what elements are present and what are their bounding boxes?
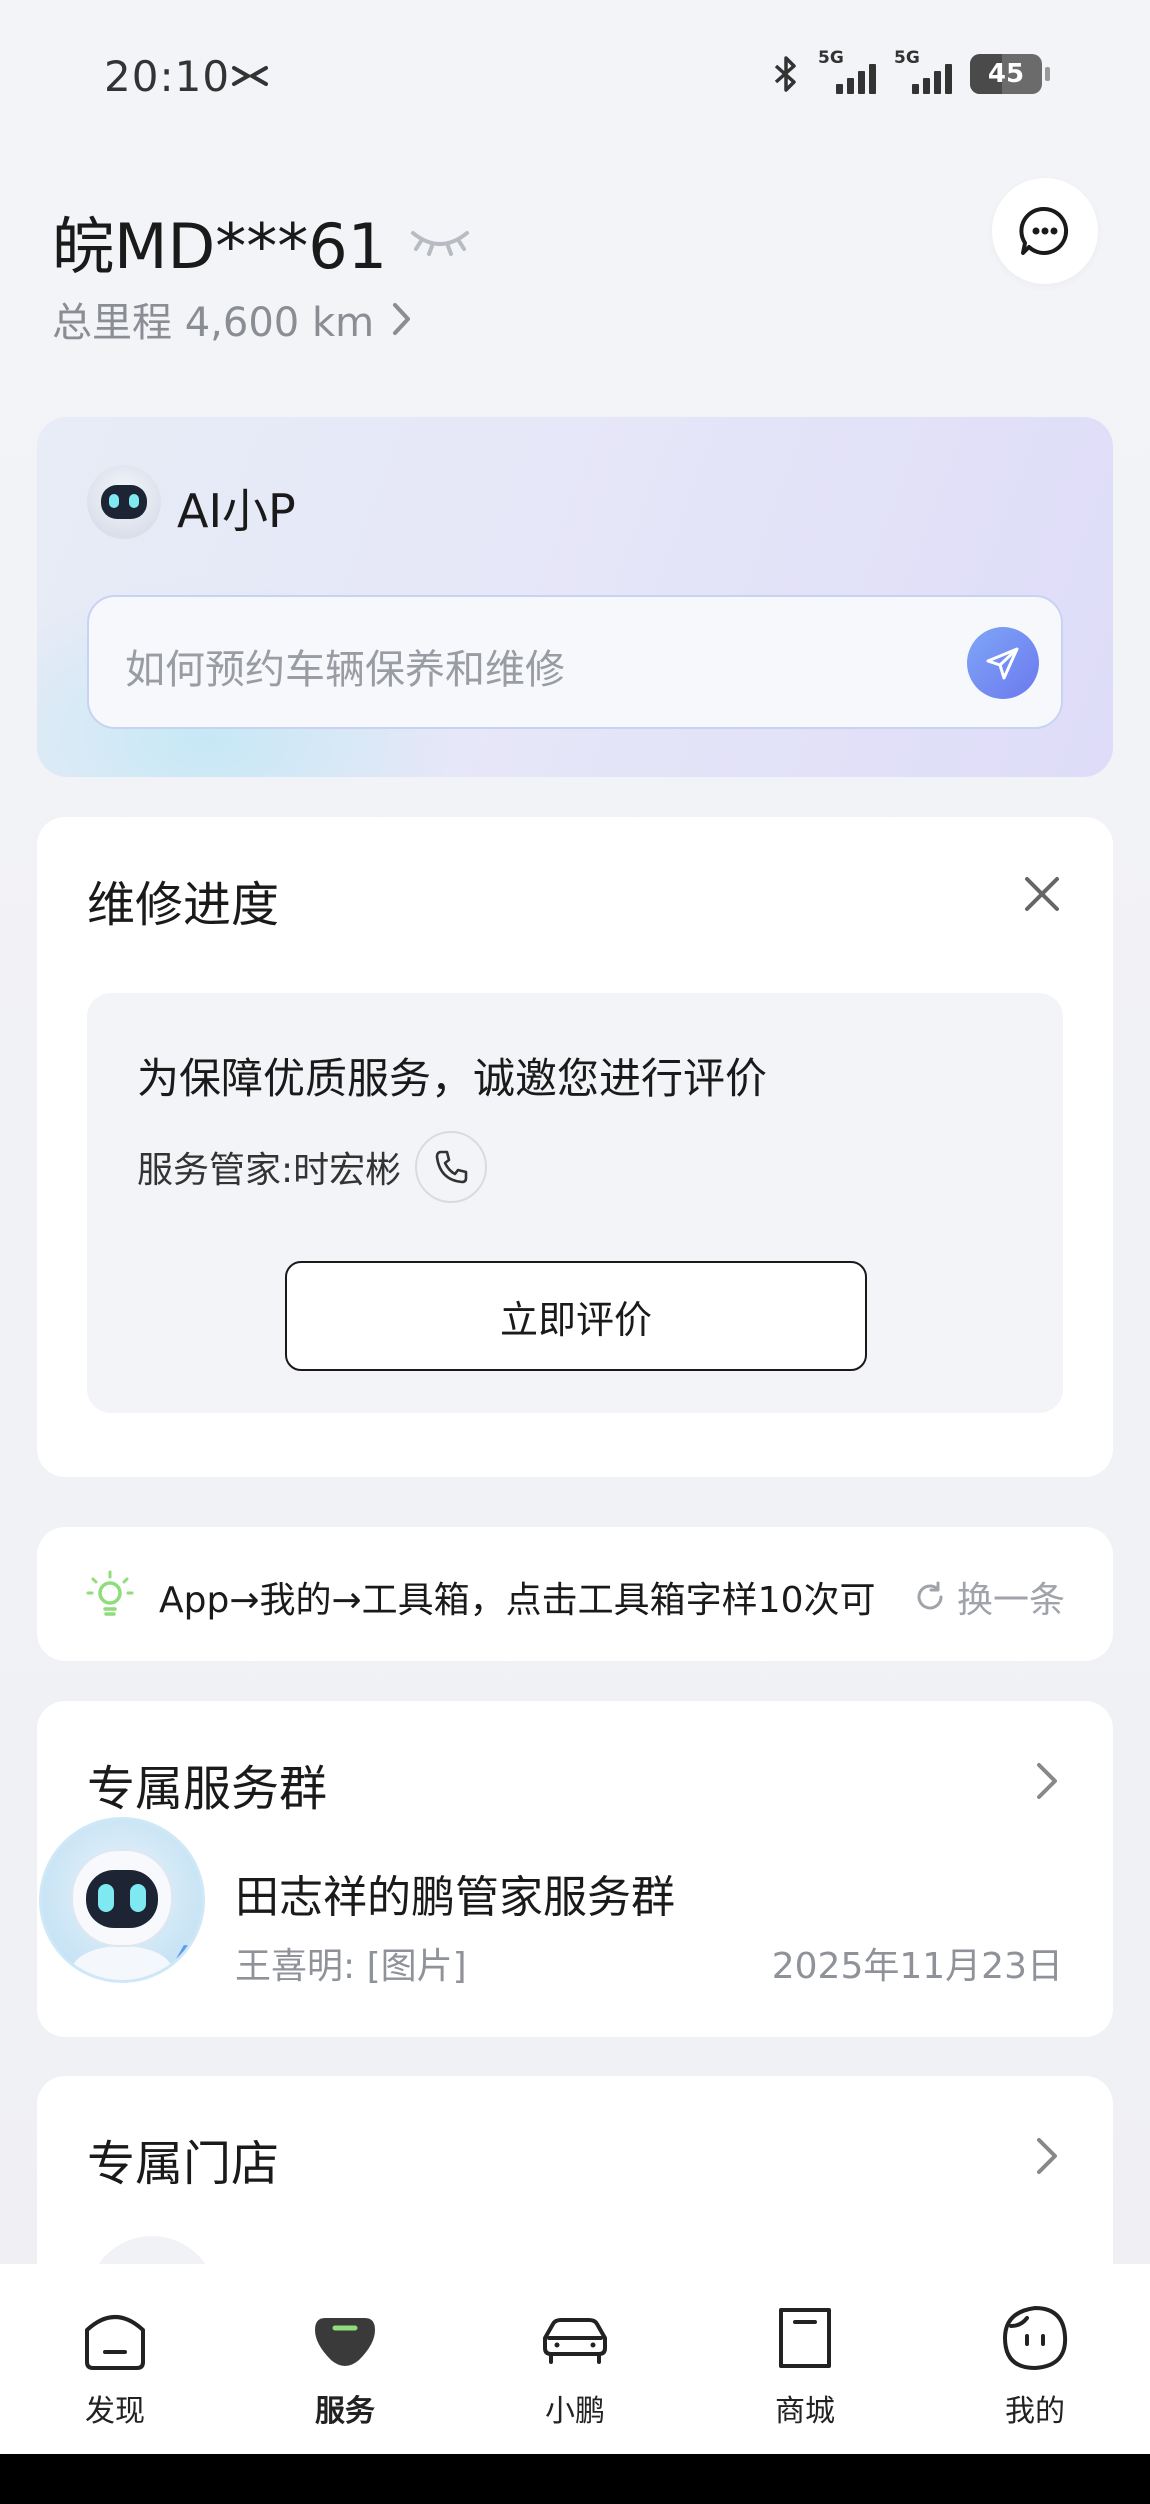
discover-icon xyxy=(85,2315,145,2370)
bluetooth-icon xyxy=(774,56,796,92)
xpeng-logo-icon xyxy=(232,66,268,86)
battery-level: 45 xyxy=(987,59,1025,89)
chevron-right-icon[interactable] xyxy=(1033,2134,1061,2178)
signal-icon: 5G xyxy=(894,48,960,96)
paper-plane-icon xyxy=(986,647,1019,680)
nav-item-xpeng[interactable]: 小鹏 xyxy=(460,2264,690,2454)
group-robot-avatar: Ai xyxy=(39,1817,205,1983)
send-button[interactable] xyxy=(967,627,1039,699)
tip-card: App→我的→工具箱，点击工具箱字样10次可 换一条 xyxy=(37,1527,1113,1661)
butler-name: 服务管家:时宏彬 xyxy=(137,1150,402,1191)
lightbulb-icon xyxy=(86,1570,134,1616)
system-navigation-bar xyxy=(0,2454,1150,2504)
plate-number: 皖MD***61 xyxy=(52,210,388,283)
nav-item-shop[interactable]: 商城 xyxy=(690,2264,920,2454)
ai-input-placeholder: 如何预约车辆保养和维修 xyxy=(125,647,565,693)
repair-progress-title: 维修进度 xyxy=(87,877,280,933)
license-plate: 皖MD***61 xyxy=(52,196,473,286)
refresh-tip-button[interactable]: 换一条 xyxy=(913,1571,1065,1623)
nav-label: 商城 xyxy=(775,2394,835,2429)
ai-assistant-title: AI小P xyxy=(177,484,296,538)
tip-text: App→我的→工具箱，点击工具箱字样10次可 xyxy=(159,1580,876,1621)
group-last-date: 2025年11月23日 xyxy=(771,1946,1063,1987)
group-last-message: 王喜明: [图片] xyxy=(235,1946,467,1987)
nav-item-profile[interactable]: 我的 xyxy=(920,2264,1150,2454)
status-icons: 5G 5G 45 xyxy=(764,48,1050,96)
robot-icon: Ai xyxy=(71,1849,205,1980)
nav-label: 小鹏 xyxy=(545,2394,605,2429)
bottom-navigation: 发现 服务 小鹏 商城 我的 xyxy=(0,2264,1150,2454)
signal-icon: 5G xyxy=(818,48,884,96)
refresh-icon xyxy=(917,1581,943,1610)
service-icon xyxy=(315,2318,375,2366)
service-group-title: 专属服务群 xyxy=(87,1761,328,1817)
chat-bubble-icon xyxy=(1019,206,1069,255)
close-icon[interactable] xyxy=(1021,873,1063,915)
call-butler-button[interactable] xyxy=(415,1131,488,1203)
rating-invite-text: 为保障优质服务，诚邀您进行评价 xyxy=(137,1054,768,1103)
group-name: 田志祥的鹏管家服务群 xyxy=(235,1872,675,1923)
service-group-card[interactable]: 专属服务群 Ai 田志祥的鹏管家服务群 王喜明: [图片] 2025年11月23… xyxy=(37,1701,1113,2037)
ai-question-input[interactable]: 如何预约车辆保养和维修 xyxy=(87,595,1063,729)
status-bar: 20:10 5G 5G 45 xyxy=(0,0,1150,150)
message-button[interactable] xyxy=(992,178,1098,284)
eye-closed-icon[interactable] xyxy=(407,221,473,261)
rating-prompt-panel: 为保障优质服务，诚邀您进行评价 服务管家:时宏彬 立即评价 xyxy=(87,993,1063,1413)
car-icon xyxy=(543,2318,607,2364)
nav-label: 服务 xyxy=(315,2394,375,2429)
repair-progress-card: 维修进度 为保障优质服务，诚邀您进行评价 服务管家:时宏彬 立即评价 xyxy=(37,817,1113,1477)
service-butler: 服务管家:时宏彬 xyxy=(137,1131,488,1203)
profile-icon xyxy=(1002,2305,1068,2371)
ai-badge: Ai xyxy=(169,1939,205,1979)
chevron-right-icon[interactable] xyxy=(1033,1759,1061,1803)
store-title: 专属门店 xyxy=(87,2136,280,2192)
nav-label: 发现 xyxy=(85,2394,145,2429)
nav-label: 我的 xyxy=(1005,2394,1065,2429)
chevron-right-icon xyxy=(393,303,411,335)
status-time: 20:10 xyxy=(104,52,231,101)
refresh-label: 换一条 xyxy=(956,1580,1065,1621)
ai-assistant-card: AI小P 如何预约车辆保养和维修 xyxy=(37,417,1113,777)
nav-item-discover[interactable]: 发现 xyxy=(0,2264,230,2454)
service-screen: 20:10 5G 5G 45 皖MD***61 总里程 4,600 km AI小… xyxy=(0,0,1150,2504)
rate-now-button[interactable]: 立即评价 xyxy=(285,1261,867,1371)
shop-icon xyxy=(779,2308,831,2368)
ai-robot-avatar xyxy=(87,465,161,539)
nav-item-service[interactable]: 服务 xyxy=(230,2264,460,2454)
robot-icon xyxy=(101,485,147,519)
mileage-text: 总里程 4,600 km xyxy=(52,300,375,346)
total-mileage[interactable]: 总里程 4,600 km xyxy=(52,290,414,348)
battery-icon: 45 xyxy=(970,54,1050,94)
phone-icon xyxy=(435,1150,468,1184)
